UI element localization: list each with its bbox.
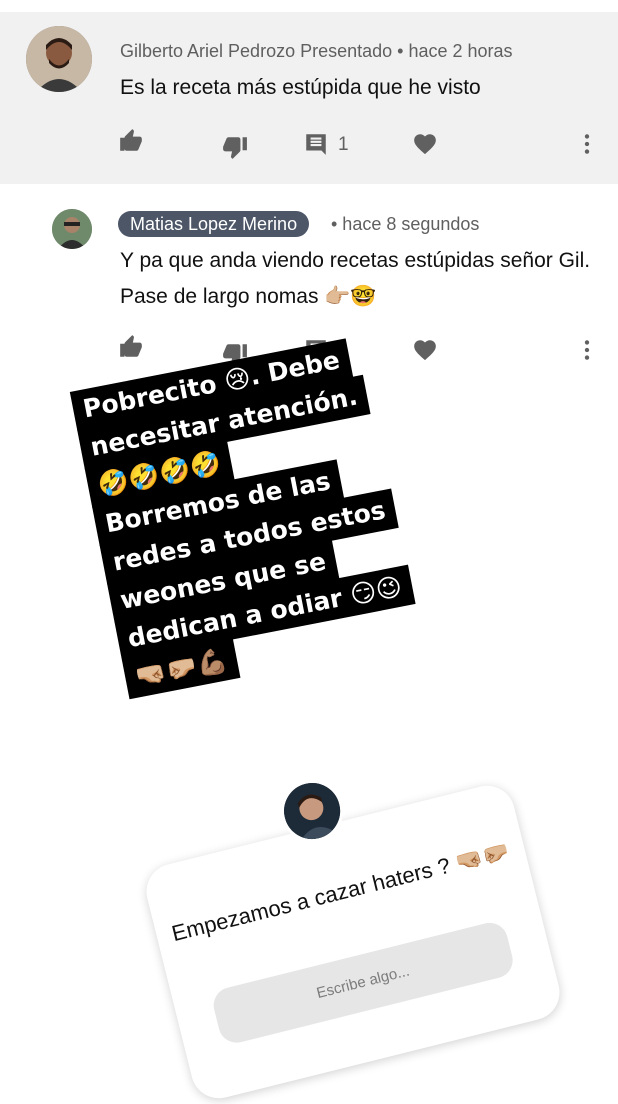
more-vert-icon [584,340,590,360]
question-sticker[interactable]: Empezamos a cazar haters ? 🤜🏼🤛🏼 Escribe … [140,773,566,1104]
more-vert-icon [584,134,590,154]
dislike-button[interactable] [222,134,252,164]
more-options-button[interactable] [574,131,604,161]
thumb-up-icon [120,129,142,151]
comment-icon [306,134,326,155]
avatar[interactable] [26,26,92,92]
comment-time: • hace 8 segundos [331,214,480,234]
reply-button[interactable] [303,131,333,161]
heart-button[interactable] [412,131,442,161]
heart-icon [414,134,436,155]
comment-time: • hace 2 horas [397,41,513,61]
like-button[interactable] [118,334,148,364]
avatar [274,773,350,849]
thumb-down-icon [223,137,247,159]
avatar[interactable] [52,209,92,249]
comment-text: Es la receta más estúpida que he visto [120,76,481,99]
reply-count: 1 [338,134,349,155]
more-options-button[interactable] [574,337,604,367]
thumb-up-icon [120,335,142,357]
answer-input[interactable]: Escribe algo... [209,919,517,1047]
comment-text: Y pa que anda viendo recetas estúpidas s… [120,249,591,308]
like-button[interactable] [118,128,148,158]
top-bar [0,0,618,12]
story-text-sticker: Pobrecito 😢. Debe necesitar atención. 🤣🤣… [69,313,542,700]
author-chip[interactable]: Matias Lopez Merino [118,211,310,237]
comment-author[interactable]: Gilberto Ariel Pedrozo Presentado [120,41,392,61]
comment-meta: Gilberto Ariel Pedrozo Presentado • hace… [120,41,513,62]
